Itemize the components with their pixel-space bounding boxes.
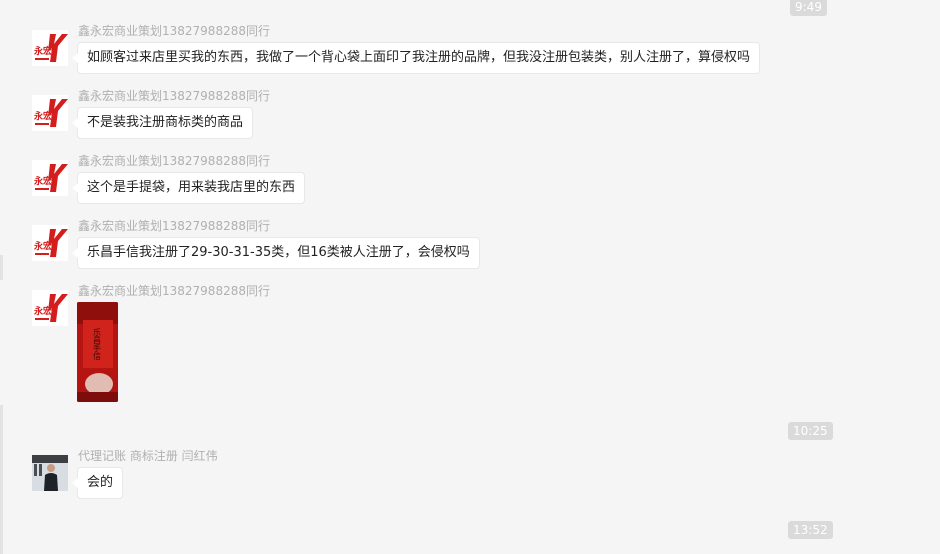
logo-text: 永宏 [33, 240, 52, 252]
avatar[interactable]: 永宏 [32, 160, 68, 196]
logo-text: 永宏 [33, 305, 52, 317]
message-bubble[interactable]: 如顾客过来店里买我的东西，我做了一个背心袋上面印了我注册的品牌，但我没注册包装类… [71, 42, 761, 74]
message-bubble[interactable]: 乐昌手信我注册了29-30-31-35类，但16类被人注册了，会侵权吗 [72, 237, 480, 269]
avatar[interactable] [32, 455, 68, 491]
sender-name: 鑫永宏商业策划13827988288同行 [78, 284, 270, 298]
logo-text: 永宏 [33, 175, 52, 187]
avatar[interactable]: 永宏 [32, 95, 68, 131]
person-photo-icon [32, 455, 68, 491]
yongtong-logo-icon: 永宏 [32, 225, 68, 261]
message-bubble[interactable]: 这个是手提袋，用来装我店里的东西 [71, 172, 306, 204]
bag-photo[interactable]: 乐昌手信 [77, 302, 118, 402]
scroll-edge-mark [0, 405, 3, 554]
sender-name: 鑫永宏商业策划13827988288同行 [78, 24, 270, 38]
yongtong-logo-icon: 永宏 [32, 30, 68, 66]
bag-print-text: 乐昌手信 [93, 327, 102, 361]
timestamp: 9:49 [790, 0, 827, 16]
message-bubble[interactable]: 会的 [71, 467, 124, 499]
avatar[interactable]: 永宏 [32, 225, 68, 261]
avatar[interactable]: 永宏 [32, 30, 68, 66]
timestamp: 13:52 [788, 521, 833, 539]
avatar[interactable]: 永宏 [32, 290, 68, 326]
yongtong-logo-icon: 永宏 [32, 160, 68, 196]
red-bag-image: 乐昌手信 [77, 302, 118, 402]
logo-text: 永宏 [33, 110, 52, 122]
sender-name: 鑫永宏商业策划13827988288同行 [78, 89, 270, 103]
sender-name: 鑫永宏商业策划13827988288同行 [78, 154, 270, 168]
sender-name: 鑫永宏商业策划13827988288同行 [78, 219, 270, 233]
scroll-edge-mark [0, 255, 3, 280]
sender-name: 代理记账 商标注册 闫红伟 [78, 449, 218, 463]
yongtong-logo-icon: 永宏 [32, 290, 68, 326]
timestamp: 10:25 [788, 422, 833, 440]
message-bubble[interactable]: 不是装我注册商标类的商品 [71, 107, 254, 139]
logo-text: 永宏 [33, 45, 52, 57]
yongtong-logo-icon: 永宏 [32, 95, 68, 131]
